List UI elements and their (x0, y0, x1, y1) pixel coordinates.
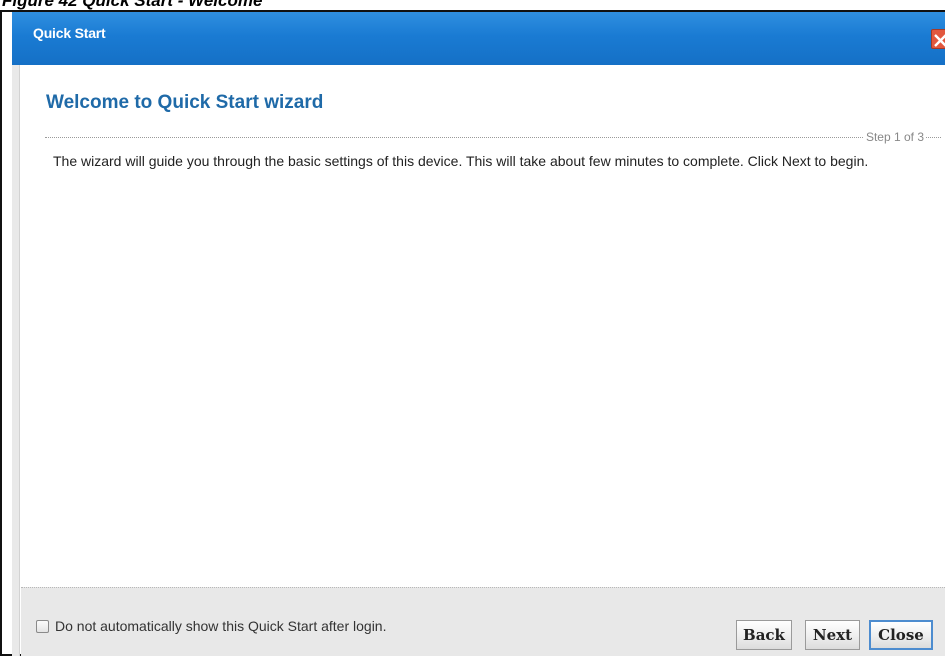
dialog-title: Quick Start (33, 25, 106, 41)
dialog-left-edge (12, 65, 20, 656)
back-button[interactable]: Back (736, 620, 792, 650)
step-label: Step 1 of 3 (863, 130, 926, 144)
step-indicator: Step 1 of 3 (45, 130, 945, 146)
close-button[interactable]: Close (869, 620, 933, 650)
auto-show-option[interactable]: Do not automatically show this Quick Sta… (36, 618, 386, 634)
auto-show-checkbox[interactable] (36, 619, 49, 633)
figure-caption: Figure 42 Quick Start - Welcome (2, 0, 263, 10)
quick-start-dialog: Quick Start Welcome to Quick Start wizar… (0, 10, 945, 656)
wizard-description: The wizard will guide you through the ba… (53, 153, 869, 169)
dialog-footer: Do not automatically show this Quick Sta… (21, 587, 945, 656)
next-button[interactable]: Next (805, 620, 860, 650)
wizard-heading: Welcome to Quick Start wizard (46, 92, 324, 113)
close-icon[interactable] (931, 29, 945, 49)
wizard-content: Welcome to Quick Start wizard Step 1 of … (21, 65, 945, 587)
dialog-titlebar: Quick Start (12, 12, 945, 65)
auto-show-checkbox-label: Do not automatically show this Quick Sta… (55, 618, 387, 634)
step-divider (45, 137, 941, 138)
